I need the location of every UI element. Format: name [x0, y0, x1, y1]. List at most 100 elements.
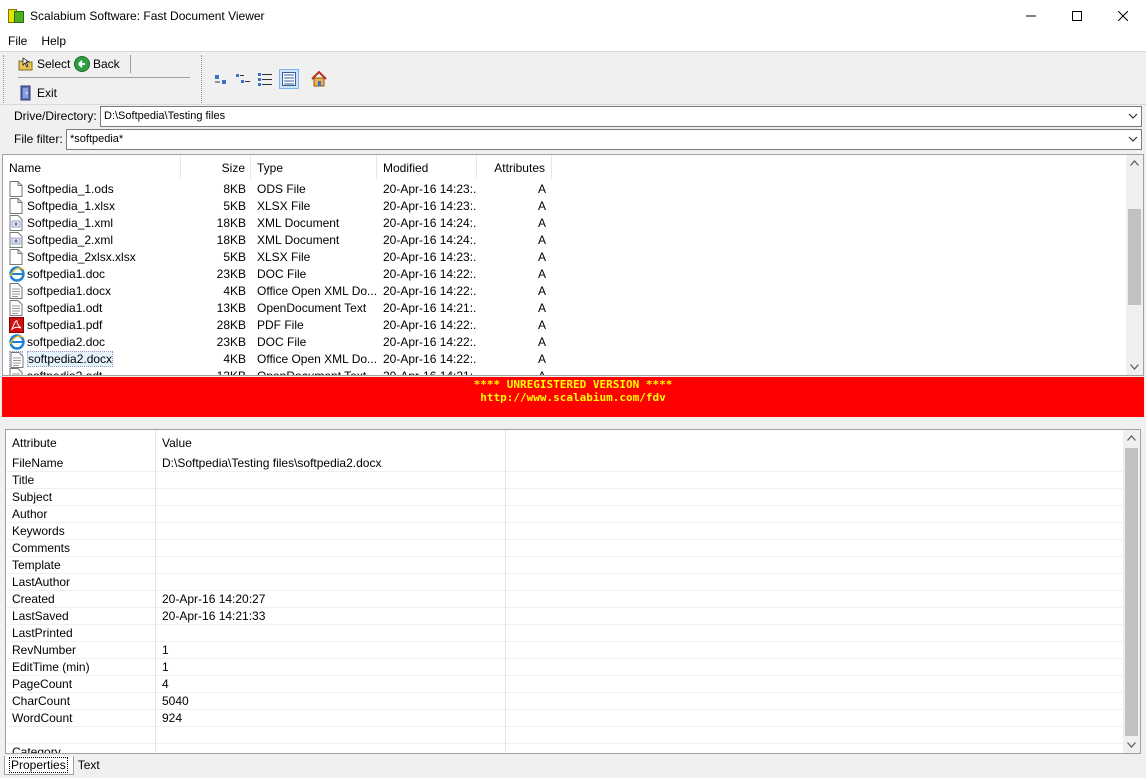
file-size: 4KB	[223, 351, 246, 366]
unregistered-banner: **** UNREGISTERED VERSION **** http://ww…	[2, 377, 1144, 417]
text-doc-icon	[9, 299, 23, 316]
column-modified[interactable]: Modified	[377, 155, 477, 179]
file-name: softpedia1.pdf	[27, 317, 103, 332]
property-row[interactable]	[6, 726, 1124, 744]
property-row[interactable]: LastPrinted	[6, 624, 1124, 642]
toolbar-grip-2[interactable]	[201, 55, 203, 103]
column-type[interactable]: Type	[251, 155, 377, 179]
file-name-cell: softpedia1.odt	[3, 299, 181, 316]
property-row[interactable]: PageCount 4	[6, 675, 1124, 693]
tab-text[interactable]: Text	[74, 756, 105, 775]
xml-doc-icon	[9, 231, 23, 248]
drive-value: D:\Softpedia\Testing files	[104, 110, 226, 122]
file-attributes: A	[537, 334, 546, 349]
file-row[interactable]: softpedia1.doc 23KB DOC File 20-Apr-16 14:2…	[3, 265, 1127, 282]
menu-file[interactable]: File	[0, 34, 33, 48]
filter-label: File filter:	[14, 132, 63, 146]
file-list-scrollbar[interactable]	[1126, 155, 1143, 375]
property-row[interactable]: LastAuthor	[6, 573, 1124, 591]
file-name-cell: softpedia2.doc	[3, 333, 181, 350]
property-row[interactable]: RevNumber 1	[6, 641, 1124, 659]
banner-url[interactable]: http://www.scalabium.com/fdv	[2, 391, 1144, 404]
property-row[interactable]: Keywords	[6, 522, 1124, 540]
file-row[interactable]: Softpedia_2.xml 18KB XML Document 20-Apr-16…	[3, 231, 1127, 248]
maximize-button[interactable]	[1054, 0, 1100, 31]
minimize-button[interactable]	[1008, 0, 1054, 31]
ie-doc-icon	[9, 333, 25, 350]
file-name-cell: softpedia1.docx	[3, 282, 181, 299]
text-doc-icon	[9, 350, 24, 368]
column-attributes[interactable]: Attributes	[477, 155, 552, 179]
file-row[interactable]: softpedia2.doc 23KB DOC File 20-Apr-16 14:2…	[3, 333, 1127, 350]
file-size: 28KB	[216, 317, 246, 332]
file-size: 4KB	[223, 283, 246, 298]
maximize-icon	[1072, 10, 1082, 21]
file-row[interactable]: softpedia1.docx 4KB Office Open XML Do... 2…	[3, 282, 1127, 299]
file-type: Office Open XML Do...	[257, 283, 377, 298]
property-attribute: Template	[6, 556, 156, 574]
scrollbar-thumb[interactable]	[1128, 209, 1141, 305]
property-row[interactable]: Author	[6, 505, 1124, 523]
property-row[interactable]: Subject	[6, 488, 1124, 506]
property-attribute: Created	[6, 590, 156, 608]
filter-combobox[interactable]: *softpedia*	[66, 129, 1142, 150]
file-row[interactable]: Softpedia_1.xml 18KB XML Document 20-Apr-16…	[3, 214, 1127, 231]
scrollbar-thumb[interactable]	[1125, 448, 1138, 736]
property-value	[156, 488, 506, 506]
file-row[interactable]: Softpedia_2xlsx.xlsx 5KB XLSX File 20-Apr-1…	[3, 248, 1127, 265]
property-row[interactable]: Comments	[6, 539, 1124, 557]
property-row[interactable]: LastSaved 20-Apr-16 14:21:33	[6, 607, 1124, 625]
scroll-down-icon	[1127, 742, 1136, 748]
property-row[interactable]: Category	[6, 743, 1124, 753]
property-row[interactable]: CharCount 5040	[6, 692, 1124, 710]
property-value	[156, 505, 506, 523]
view-small-icons-button[interactable]	[233, 69, 253, 89]
file-row[interactable]: Softpedia_1.ods 8KB ODS File 20-Apr-16 14:2…	[3, 180, 1127, 197]
property-row[interactable]: FileName D:\Softpedia\Testing files\softp…	[6, 454, 1124, 472]
property-row[interactable]: Template	[6, 556, 1124, 574]
file-list[interactable]: Name Size Type Modified Attributes Softp…	[2, 154, 1144, 376]
close-button[interactable]	[1100, 0, 1146, 31]
file-attributes: A	[537, 317, 546, 332]
file-name: softpedia2.odt	[27, 368, 103, 376]
property-row[interactable]: EditTime (min) 1	[6, 658, 1124, 676]
property-row[interactable]: Title	[6, 471, 1124, 489]
view-list-button[interactable]	[255, 69, 275, 89]
property-row[interactable]: Created 20-Apr-16 14:20:27	[6, 590, 1124, 608]
toolbar-grip[interactable]	[3, 55, 5, 103]
file-size: 18KB	[216, 215, 246, 230]
file-row[interactable]: Softpedia_1.xlsx 5KB XLSX File 20-Apr-16 14…	[3, 197, 1127, 214]
ie-doc-icon	[9, 265, 25, 282]
bottom-tabs: Properties Text	[0, 756, 1146, 778]
menu-help[interactable]: Help	[33, 34, 72, 48]
file-row[interactable]: softpedia1.odt 13KB OpenDocument Text 20-Ap…	[3, 299, 1127, 316]
column-attribute[interactable]: Attribute	[6, 430, 156, 455]
large-icons-icon	[215, 75, 226, 84]
home-icon	[311, 70, 327, 87]
property-attribute: LastSaved	[6, 607, 156, 625]
properties-scrollbar[interactable]	[1123, 430, 1140, 753]
back-button[interactable]: Back	[74, 53, 120, 75]
property-row[interactable]: WordCount 924	[6, 709, 1124, 727]
file-size: 8KB	[223, 181, 246, 196]
file-name-cell: Softpedia_2xlsx.xlsx	[3, 248, 181, 265]
column-name[interactable]: Name	[3, 155, 181, 179]
file-modified: 20-Apr-16 14:23:...	[383, 249, 477, 264]
file-row[interactable]: softpedia2.docx 4KB Office Open XML Do... 2…	[3, 350, 1127, 368]
property-value	[156, 624, 506, 642]
column-value[interactable]: Value	[156, 430, 506, 455]
file-attributes: A	[537, 368, 546, 376]
home-button[interactable]	[309, 69, 329, 89]
view-large-icons-button[interactable]	[211, 69, 231, 89]
file-row[interactable]: softpedia2.odt 13KB OpenDocument Text 20-Ap…	[3, 367, 1127, 376]
property-value: 924	[156, 709, 506, 727]
column-size[interactable]: Size	[181, 155, 251, 179]
select-button[interactable]: Select	[18, 53, 70, 75]
tab-properties[interactable]: Properties	[4, 756, 74, 775]
drive-combobox[interactable]: D:\Softpedia\Testing files	[100, 106, 1142, 127]
view-details-button[interactable]	[279, 69, 299, 89]
exit-button[interactable]: Exit	[18, 82, 57, 104]
properties-grid[interactable]: Attribute Value FileName D:\Softpedia\Tes…	[5, 429, 1141, 754]
file-modified: 20-Apr-16 14:22:...	[383, 283, 477, 298]
file-row[interactable]: softpedia1.pdf 28KB PDF File 20-Apr-16 14:2…	[3, 316, 1127, 333]
